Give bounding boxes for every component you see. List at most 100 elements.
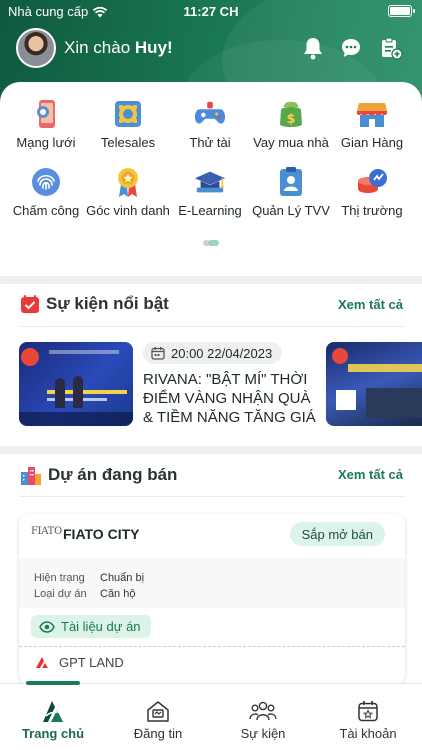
calendar-check-icon bbox=[21, 295, 39, 313]
divider bbox=[19, 646, 405, 647]
tab-events[interactable]: Sự kiện bbox=[213, 698, 313, 741]
info-row: Loại dự án Căn hộ bbox=[34, 588, 135, 600]
home-loan-icon: $ bbox=[275, 98, 307, 130]
calendar-star-icon bbox=[318, 698, 418, 724]
svg-text:$: $ bbox=[286, 112, 295, 127]
info-value: Căn hộ bbox=[100, 588, 136, 600]
event-date-chip: 20:00 22/04/2023 bbox=[143, 342, 283, 364]
battery-icon bbox=[388, 5, 415, 17]
shortcut-label: Thị trường bbox=[341, 203, 403, 218]
tab-label: Đăng tin bbox=[133, 726, 183, 741]
event-image-footer bbox=[19, 412, 133, 426]
event-datetime: 20:00 22/04/2023 bbox=[171, 345, 273, 361]
divider bbox=[20, 496, 406, 497]
store-icon bbox=[356, 98, 388, 130]
tab-account[interactable]: Tài khoản bbox=[318, 698, 418, 741]
event-image-scene bbox=[366, 388, 422, 418]
shortcut-panel: Mạng lưới Telesales Thử tài $ Vay mua nh… bbox=[0, 82, 422, 276]
info-label: Hiện trạng bbox=[34, 572, 85, 584]
people-icon bbox=[213, 698, 313, 724]
qr-code-icon bbox=[336, 390, 356, 410]
gamepad-icon bbox=[194, 98, 226, 130]
network-icon bbox=[30, 98, 62, 130]
buildings-icon bbox=[21, 467, 41, 485]
chat-icon[interactable] bbox=[337, 34, 365, 62]
info-row: Hiện trạng Chuẩn bị bbox=[34, 572, 144, 584]
shortcut-label: Mạng lưới bbox=[16, 135, 76, 150]
tab-label: Tài khoản bbox=[339, 726, 397, 741]
telesales-icon bbox=[112, 98, 144, 130]
event-image-line bbox=[49, 350, 119, 354]
project-info: Hiện trạng Chuẩn bị Loại dự án Căn hộ bbox=[19, 558, 405, 608]
market-icon bbox=[356, 166, 388, 198]
greeting-text: Xin chào bbox=[64, 38, 131, 57]
tab-home[interactable]: Trang chủ bbox=[3, 698, 103, 741]
status-bar: Nhà cung cấp 11:27 CH bbox=[0, 0, 422, 24]
fingerprint-icon bbox=[30, 166, 62, 198]
projects-see-all-link[interactable]: Xem tất cả bbox=[338, 467, 403, 482]
eye-icon bbox=[39, 620, 55, 633]
shortcut-label: E-Learning bbox=[178, 203, 242, 218]
bottom-tab-bar: Trang chủ Đăng tin Sự kiện Tài khoản bbox=[0, 681, 422, 750]
consultant-manage-icon bbox=[275, 166, 307, 198]
shortcut-timekeeping[interactable]: Chấm công bbox=[4, 166, 88, 218]
event-thumbnail-next[interactable] bbox=[326, 342, 422, 426]
shortcut-label: Gian Hàng bbox=[340, 135, 404, 150]
graduation-cap-icon bbox=[194, 166, 226, 198]
shortcut-label: Vay mua nhà bbox=[253, 135, 329, 150]
page-indicator bbox=[203, 240, 219, 246]
project-logo-text: FIATO bbox=[31, 526, 62, 537]
user-name: Huy! bbox=[134, 38, 173, 57]
project-documents-button[interactable]: Tài liệu dự án bbox=[31, 615, 151, 638]
projects-header: Dự án đang bán bbox=[20, 464, 177, 486]
tab-post[interactable]: Đăng tin bbox=[108, 698, 208, 741]
info-value: Chuẩn bị bbox=[100, 572, 145, 584]
home-logo-icon bbox=[3, 698, 103, 724]
shortcut-honor[interactable]: Góc vinh danh bbox=[86, 166, 170, 218]
calendar-icon bbox=[151, 347, 165, 360]
shortcut-label: Chấm công bbox=[12, 203, 80, 218]
medal-icon bbox=[112, 166, 144, 198]
clock: 11:27 CH bbox=[183, 4, 239, 19]
section-title: Sự kiện nổi bật bbox=[46, 294, 169, 313]
shortcut-label: Góc vinh danh bbox=[86, 203, 170, 218]
event-badge bbox=[21, 348, 39, 366]
developer-logo-icon bbox=[36, 657, 48, 668]
shortcut-network[interactable]: Mạng lưới bbox=[4, 98, 88, 150]
shortcut-market[interactable]: Thị trường bbox=[330, 166, 414, 218]
events-header: Sự kiện nổi bật bbox=[20, 294, 169, 314]
shortcut-consultant-manage[interactable]: Quản Lý TVV bbox=[249, 166, 333, 218]
event-badge bbox=[332, 348, 348, 364]
tab-label: Sự kiện bbox=[240, 726, 286, 741]
shortcut-elearning[interactable]: E-Learning bbox=[168, 166, 252, 218]
event-thumbnail[interactable] bbox=[19, 342, 133, 426]
page-dot-active bbox=[208, 240, 219, 246]
shortcut-label: Thử tài bbox=[189, 135, 231, 150]
greeting: Xin chào Huy! bbox=[64, 38, 173, 58]
active-tab-indicator bbox=[26, 681, 80, 685]
event-image-person bbox=[55, 378, 65, 408]
shortcut-telesales[interactable]: Telesales bbox=[86, 98, 170, 150]
avatar[interactable] bbox=[16, 28, 56, 68]
project-logo: FIATO bbox=[31, 526, 62, 537]
tab-label: Trang chủ bbox=[21, 726, 85, 741]
shortcut-store[interactable]: Gian Hàng bbox=[330, 98, 414, 150]
events-see-all-link[interactable]: Xem tất cả bbox=[338, 297, 403, 312]
project-status-badge: Sắp mở bán bbox=[289, 522, 385, 546]
project-name: FIATO CITY bbox=[63, 526, 140, 542]
event-title[interactable]: RIVANA: "BẬT MÍ" THỜI ĐIỂM VÀNG NHẬN QUÀ… bbox=[143, 370, 321, 427]
divider bbox=[20, 326, 406, 327]
shortcut-challenge[interactable]: Thử tài bbox=[168, 98, 252, 150]
add-task-icon[interactable] bbox=[377, 34, 405, 62]
shortcut-label: Telesales bbox=[100, 135, 156, 150]
developer-name: GPT LAND bbox=[59, 655, 124, 670]
shortcut-label: Quản Lý TVV bbox=[252, 203, 330, 218]
event-image-line bbox=[348, 364, 422, 372]
developer: GPT LAND bbox=[35, 655, 124, 670]
info-label: Loại dự án bbox=[34, 588, 87, 600]
shortcut-home-loan[interactable]: $ Vay mua nhà bbox=[249, 98, 333, 150]
bell-icon[interactable] bbox=[299, 34, 327, 62]
post-house-icon bbox=[108, 698, 208, 724]
project-card[interactable]: FIATO FIATO CITY Sắp mở bán Hiện trạng C… bbox=[19, 514, 405, 684]
event-image-person bbox=[73, 376, 83, 408]
